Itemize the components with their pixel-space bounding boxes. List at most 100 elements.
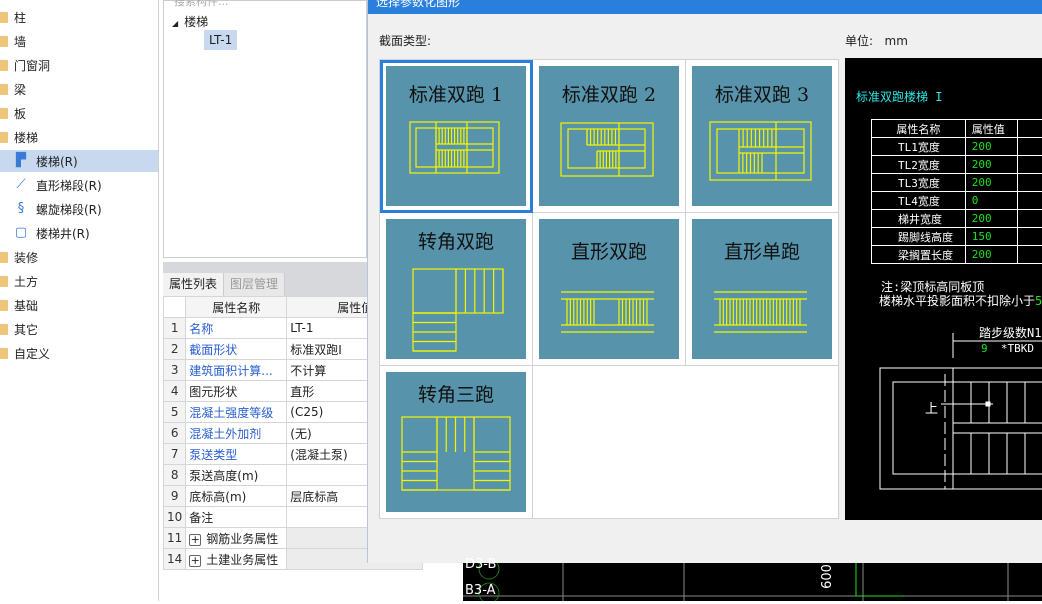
sidebar-item-label: 自定义 bbox=[14, 345, 50, 362]
cad-grid-drawing bbox=[463, 563, 1042, 601]
shape-preview: 标准双跑楼梯 I 属性名称属性值 TL1宽度200TL2宽度200TL3宽度20… bbox=[845, 58, 1042, 520]
sidebar-item-label: 楼梯(R) bbox=[36, 153, 78, 170]
expand-plus-icon[interactable]: + bbox=[189, 534, 201, 546]
property-name: 泵送类型 bbox=[186, 444, 287, 465]
sidebar-item[interactable]: ▛ 楼梯(R) bbox=[0, 150, 158, 172]
tab-property-list[interactable]: 属性列表 bbox=[163, 273, 224, 296]
folder-icon bbox=[0, 36, 8, 47]
sidebar-item[interactable]: 楼梯 bbox=[0, 126, 158, 148]
axis-label-d3b: D3-B bbox=[465, 557, 496, 572]
sidebar-item[interactable]: 其它 bbox=[0, 318, 158, 340]
component-tree-sidebar: 柱墙门窗洞梁板楼梯 ▛ 楼梯(R) ⟋直形梯段(R)§螺旋梯段(R)▢楼梯井(R) 装修… bbox=[0, 0, 159, 601]
shape-type-option[interactable]: 标准双跑 1 bbox=[380, 60, 533, 213]
property-name: 图元形状 bbox=[186, 381, 287, 402]
shape-type-option[interactable]: 直形双跑 bbox=[533, 213, 686, 366]
row-number: 9 bbox=[164, 486, 186, 507]
tree-item-lt1[interactable]: LT-1 bbox=[204, 30, 237, 50]
sidebar-item[interactable]: 基础 bbox=[0, 294, 158, 316]
stairwell-icon: ▢ bbox=[14, 226, 28, 240]
stair-shape-icon bbox=[386, 66, 526, 206]
shape-type-option[interactable]: 标准双跑 2 bbox=[533, 60, 686, 213]
unit-label: 单位: mm bbox=[845, 32, 908, 49]
sidebar-item-label: 其它 bbox=[14, 321, 38, 338]
row-number: 6 bbox=[164, 423, 186, 444]
sidebar-item-label: 柱 bbox=[14, 9, 26, 26]
row-number: 14 bbox=[164, 549, 186, 570]
collapse-triangle-icon[interactable]: ◢ bbox=[172, 19, 178, 28]
shape-thumbnail: 直形双跑 bbox=[539, 219, 679, 359]
sidebar-item[interactable]: 梁 bbox=[0, 78, 158, 100]
sidebar-item-label: 梁 bbox=[14, 81, 26, 98]
shape-type-option[interactable]: 标准双跑 3 bbox=[686, 60, 839, 213]
folder-open-icon bbox=[0, 132, 8, 143]
tree-node-stair[interactable]: ◢ 楼梯 bbox=[172, 13, 208, 30]
property-name: 建筑面积计算... bbox=[186, 360, 287, 381]
spiral-flight-icon: § bbox=[14, 202, 28, 216]
shape-thumbnail: 标准双跑 3 bbox=[692, 66, 832, 206]
sidebar-item-label: 墙 bbox=[14, 33, 26, 50]
property-group[interactable]: +土建业务属性 bbox=[186, 549, 287, 570]
property-name: 泵送高度(m) bbox=[186, 465, 287, 486]
row-number: 8 bbox=[164, 465, 186, 486]
unit-value: mm bbox=[885, 34, 908, 48]
properties-panel: 属性列表 图层管理 属性名称属性值 1名称LT-12截面形状标准双跑I3建筑面积… bbox=[163, 262, 367, 572]
tab-layer-management[interactable]: 图层管理 bbox=[224, 273, 285, 296]
folder-icon bbox=[0, 348, 8, 359]
sidebar-item-label: 装修 bbox=[14, 249, 38, 266]
sidebar-item[interactable]: 墙 bbox=[0, 30, 158, 52]
sidebar-item[interactable]: 柱 bbox=[0, 6, 158, 28]
stair-icon: ▛ bbox=[14, 154, 28, 168]
row-number: 1 bbox=[164, 318, 186, 339]
cad-canvas[interactable]: D3-B B3-A 600 bbox=[463, 563, 1042, 601]
property-name: 混凝土外加剂 bbox=[186, 423, 287, 444]
stair-shape-icon bbox=[386, 372, 526, 512]
row-number: 5 bbox=[164, 402, 186, 423]
sidebar-item-label: 土方 bbox=[14, 273, 38, 290]
sidebar-item[interactable]: 板 bbox=[0, 102, 158, 124]
stair-shape-icon bbox=[692, 66, 832, 206]
shape-thumbnail: 标准双跑 1 bbox=[386, 66, 526, 206]
property-name: 截面形状 bbox=[186, 339, 287, 360]
folder-icon bbox=[0, 300, 8, 311]
sidebar-item[interactable]: 门窗洞 bbox=[0, 54, 158, 76]
folder-icon bbox=[0, 276, 8, 287]
property-name: 混凝土强度等级 bbox=[186, 402, 287, 423]
dialog-title: 选择参数化图形 bbox=[368, 0, 1042, 14]
shape-thumbnail: 转角三跑 bbox=[386, 372, 526, 512]
stair-plan-drawing bbox=[845, 58, 1042, 520]
folder-icon bbox=[0, 324, 8, 335]
sidebar-item[interactable]: §螺旋梯段(R) bbox=[0, 198, 158, 220]
sidebar-item-label: 直形梯段(R) bbox=[36, 177, 102, 194]
folder-icon bbox=[0, 60, 8, 71]
shape-type-option[interactable]: 转角三跑 bbox=[380, 366, 533, 519]
tree-node-label: 楼梯 bbox=[184, 15, 208, 29]
sidebar-item-label: 楼梯 bbox=[14, 129, 38, 146]
sidebar-item[interactable]: 土方 bbox=[0, 270, 158, 292]
shape-type-option[interactable]: 转角双跑 bbox=[380, 213, 533, 366]
search-input[interactable]: 搜索构件... bbox=[174, 0, 229, 9]
stair-shape-icon bbox=[386, 219, 526, 359]
property-name: 底标高(m) bbox=[186, 486, 287, 507]
folder-icon bbox=[0, 84, 8, 95]
sidebar-item[interactable]: 装修 bbox=[0, 246, 158, 268]
row-number: 11 bbox=[164, 528, 186, 549]
sidebar-item-label: 板 bbox=[14, 105, 26, 122]
axis-label-b3a: B3-A bbox=[465, 583, 496, 598]
sidebar-item[interactable]: ⟋直形梯段(R) bbox=[0, 174, 158, 196]
property-name: 名称 bbox=[186, 318, 287, 339]
expand-plus-icon[interactable]: + bbox=[189, 555, 201, 567]
row-number: 10 bbox=[164, 507, 186, 528]
folder-icon bbox=[0, 12, 8, 23]
stair-shape-icon bbox=[539, 219, 679, 359]
dimension-label: 600 bbox=[820, 564, 835, 589]
property-name: 备注 bbox=[186, 507, 287, 528]
folder-icon bbox=[0, 108, 8, 119]
property-group[interactable]: +钢筋业务属性 bbox=[186, 528, 287, 549]
shape-thumbnail: 直形单跑 bbox=[692, 219, 832, 359]
folder-icon bbox=[0, 252, 8, 263]
shape-type-option[interactable]: 直形单跑 bbox=[686, 213, 839, 366]
sidebar-item[interactable]: ▢楼梯井(R) bbox=[0, 222, 158, 244]
sidebar-item[interactable]: 自定义 bbox=[0, 342, 158, 364]
row-number: 4 bbox=[164, 381, 186, 402]
parametric-shape-dialog: 选择参数化图形 截面类型: 单位: mm 标准双跑 1标准双跑 2标准双跑 3转… bbox=[367, 0, 1042, 563]
